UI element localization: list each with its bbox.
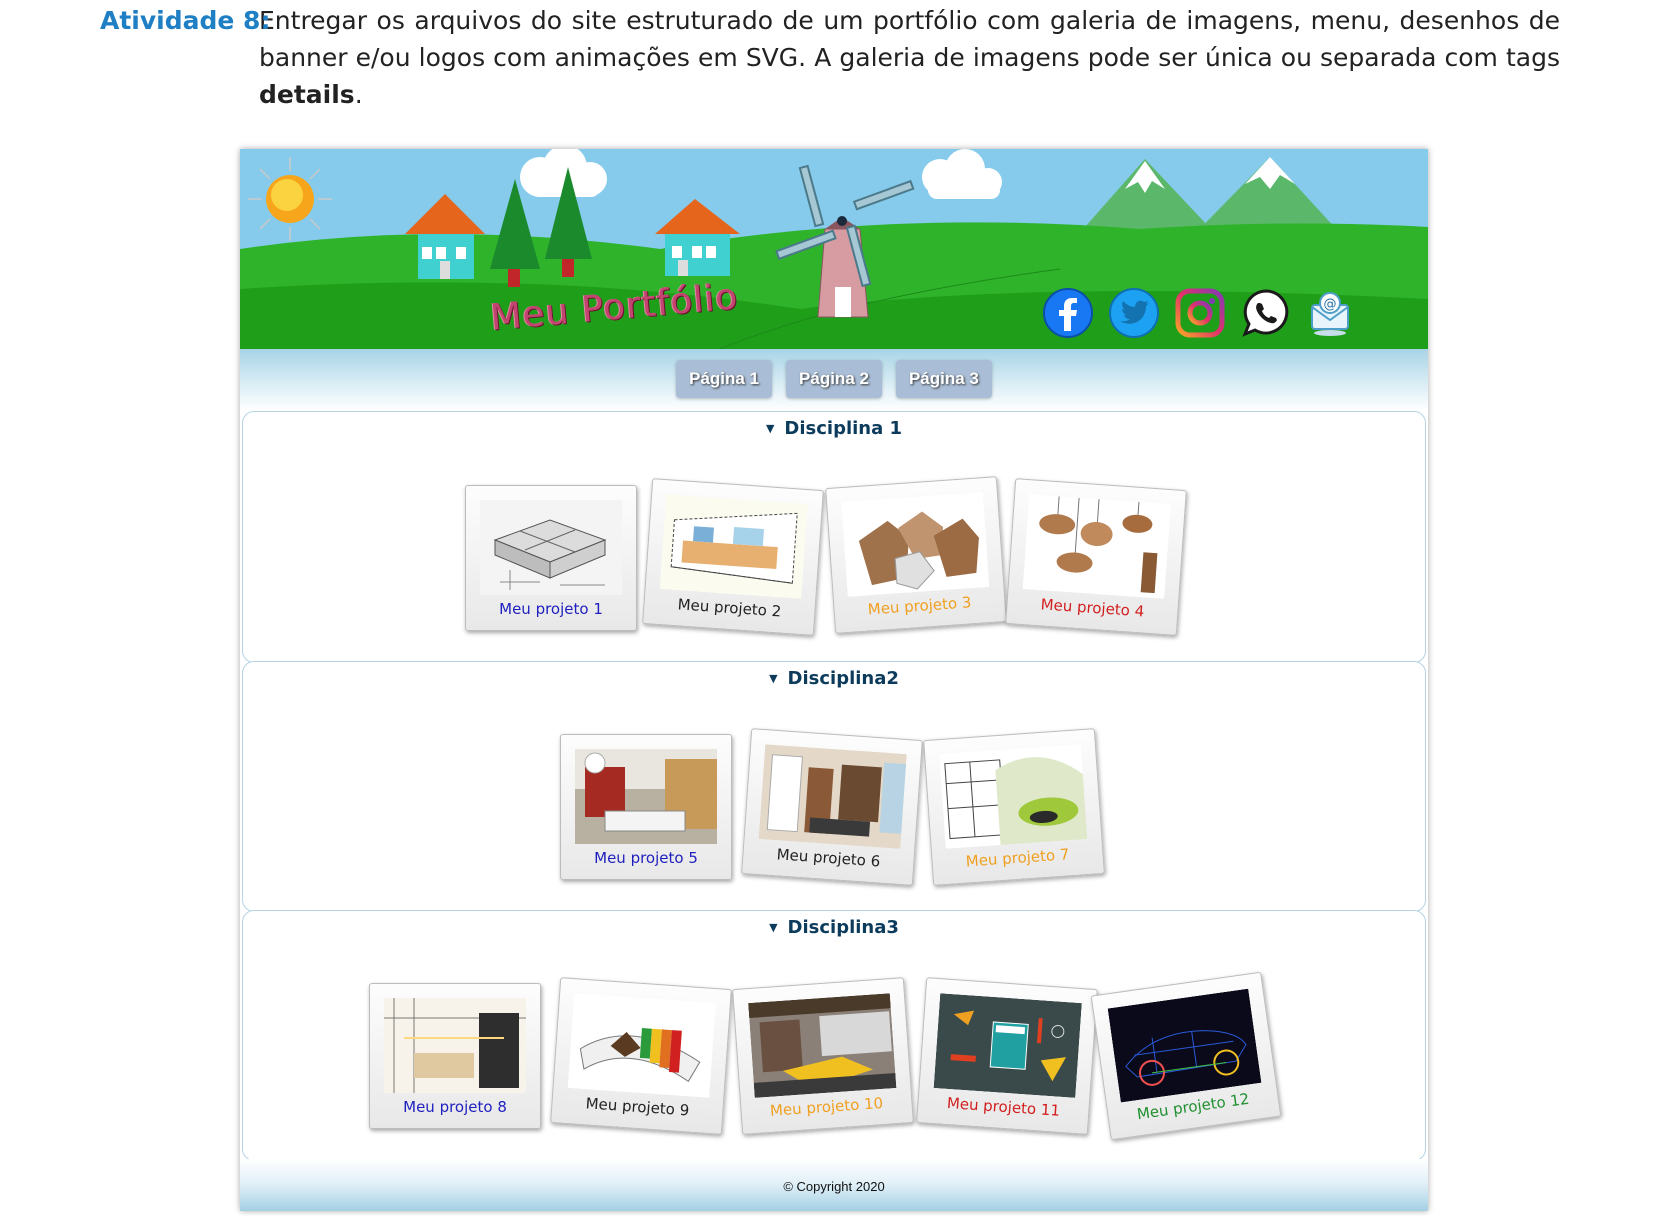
project-label: Meu projeto 2 xyxy=(677,595,782,621)
project-card-12[interactable]: Meu projeto 12 xyxy=(1090,971,1282,1141)
caret-down-icon: ▼ xyxy=(765,422,775,435)
project-label: Meu projeto 10 xyxy=(769,1093,884,1120)
project-card-2[interactable]: Meu projeto 2 xyxy=(642,478,824,636)
details-summary[interactable]: ▼ Disciplina 1 xyxy=(243,418,1425,439)
project-thumbnail xyxy=(567,993,716,1098)
project-thumbnail xyxy=(575,749,717,844)
activity-text-bold: details xyxy=(259,80,355,109)
project-label: Meu projeto 3 xyxy=(867,593,972,619)
email-icon[interactable]: @ xyxy=(1304,287,1356,339)
project-card-5[interactable]: Meu projeto 5 xyxy=(560,734,732,880)
details-summary[interactable]: ▼ Disciplina3 xyxy=(243,917,1425,938)
activity-text-end: . xyxy=(354,80,363,109)
activity-text-main: Entregar os arquivos do site estruturado… xyxy=(259,6,1560,72)
project-thumbnail xyxy=(659,494,808,599)
facebook-icon[interactable] xyxy=(1042,287,1094,339)
project-card-7[interactable]: Meu projeto 7 xyxy=(923,728,1105,886)
project-card-4[interactable]: Meu projeto 4 xyxy=(1005,478,1187,636)
project-label: Meu projeto 11 xyxy=(946,1093,1061,1120)
project-caption: Meu projeto 5 xyxy=(561,849,731,867)
project-thumbnail xyxy=(933,993,1082,1098)
project-label: Meu projeto 8 xyxy=(403,1098,507,1116)
instagram-icon[interactable] xyxy=(1174,287,1226,339)
project-caption: Meu projeto 1 xyxy=(466,600,636,618)
portfolio-site: Meu Portfólio @ Página 1 Página 2 Página… xyxy=(240,149,1428,1211)
activity-instructions: Atividade 8: Entregar os arquivos do sit… xyxy=(100,2,1560,113)
section-title: Disciplina2 xyxy=(787,668,899,689)
details-summary[interactable]: ▼ Disciplina2 xyxy=(243,668,1425,689)
project-card-1[interactable]: Meu projeto 1 xyxy=(465,485,637,631)
details-section-3: ▼ Disciplina3 Meu projeto 8 Meu projeto 9 xyxy=(242,910,1426,1161)
project-card-3[interactable]: Meu projeto 3 xyxy=(825,476,1007,634)
nav-page-1[interactable]: Página 1 xyxy=(676,360,773,398)
details-section-2: ▼ Disciplina2 Meu projeto 5 Meu projeto 6 xyxy=(242,661,1426,912)
details-section-1: ▼ Disciplina 1 Meu projeto 1 Meu projeto … xyxy=(242,411,1426,663)
project-thumbnail xyxy=(480,500,622,595)
project-label: Meu projeto 9 xyxy=(585,1094,690,1120)
twitter-icon[interactable] xyxy=(1108,287,1160,339)
site-footer: © Copyright 2020 xyxy=(240,1159,1428,1211)
nav-page-3[interactable]: Página 3 xyxy=(895,360,992,398)
project-card-8[interactable]: Meu projeto 8 xyxy=(369,983,541,1129)
project-card-6[interactable]: Meu projeto 6 xyxy=(741,728,923,886)
project-label: Meu projeto 5 xyxy=(594,849,698,867)
svg-text:@: @ xyxy=(1324,297,1337,312)
project-caption: Meu projeto 8 xyxy=(370,1098,540,1116)
project-label: Meu projeto 4 xyxy=(1040,595,1145,621)
project-label: Meu projeto 7 xyxy=(965,845,1070,871)
copyright-text: © Copyright 2020 xyxy=(783,1179,885,1194)
project-thumbnail xyxy=(384,998,526,1093)
caret-down-icon: ▼ xyxy=(769,921,778,934)
project-thumbnail xyxy=(1107,988,1262,1103)
banner: Meu Portfólio @ xyxy=(240,149,1428,349)
project-label: Meu projeto 1 xyxy=(499,600,603,618)
project-thumbnail xyxy=(1022,494,1171,599)
project-card-9[interactable]: Meu projeto 9 xyxy=(550,977,732,1135)
nav-page-2[interactable]: Página 2 xyxy=(786,360,882,398)
project-label: Meu projeto 6 xyxy=(776,845,881,871)
project-thumbnail xyxy=(939,744,1088,849)
project-thumbnail xyxy=(758,744,907,849)
section-title: Disciplina 1 xyxy=(784,418,903,439)
project-thumbnail xyxy=(841,492,990,597)
caret-down-icon: ▼ xyxy=(769,672,778,685)
activity-text: Entregar os arquivos do site estruturado… xyxy=(259,2,1560,113)
project-card-10[interactable]: Meu projeto 10 xyxy=(732,977,914,1135)
project-thumbnail xyxy=(748,993,897,1098)
main-nav: Página 1 Página 2 Página 3 xyxy=(240,349,1428,411)
activity-label: Atividade 8: xyxy=(100,6,271,35)
section-title: Disciplina3 xyxy=(787,917,899,938)
project-card-11[interactable]: Meu projeto 11 xyxy=(916,977,1098,1135)
whatsapp-icon[interactable] xyxy=(1240,287,1292,339)
sun-icon xyxy=(248,157,332,241)
